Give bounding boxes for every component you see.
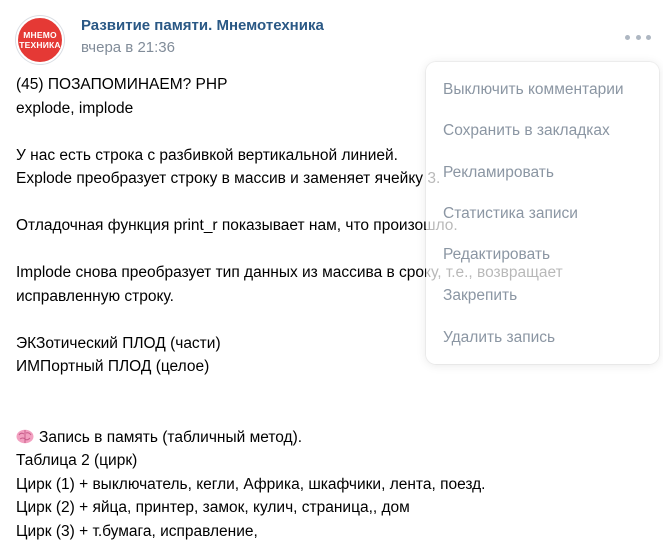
avatar[interactable]: МНЕМО ТЕХНИКА	[16, 16, 64, 64]
avatar-text-line1: МНЕМО	[23, 30, 57, 40]
post-text-line: Таблица 2 (цирк)	[16, 452, 138, 469]
post-actions-menu: Выключить комментарии Сохранить в заклад…	[426, 62, 659, 364]
post-header: МНЕМО ТЕХНИКА Развитие памяти. Мнемотехн…	[16, 16, 324, 64]
menu-item-promote[interactable]: Рекламировать	[426, 152, 659, 193]
post-text-line: Цирк (2) + яйца, принтер, замок, кулич, …	[16, 499, 410, 516]
wall-post: МНЕМО ТЕХНИКА Развитие памяти. Мнемотехн…	[0, 0, 663, 551]
menu-item-save-bookmarks[interactable]: Сохранить в закладках	[426, 110, 659, 151]
author-name-link[interactable]: Развитие памяти. Мнемотехника	[81, 16, 324, 35]
more-dot	[635, 34, 641, 40]
author-block: Развитие памяти. Мнемотехника вчера в 21…	[81, 16, 324, 57]
menu-item-post-stats[interactable]: Статистика записи	[426, 193, 659, 234]
avatar-text-line2: ТЕХНИКА	[19, 40, 61, 50]
post-time-link[interactable]: вчера в 21:36	[81, 38, 324, 57]
more-horizontal-icon	[625, 34, 630, 40]
post-text-line-brain: Запись в память (табличный метод).	[16, 426, 656, 450]
menu-item-edit[interactable]: Редактировать	[426, 234, 659, 275]
menu-item-pin[interactable]: Закрепить	[426, 275, 659, 316]
menu-item-disable-comments[interactable]: Выключить комментарии	[426, 69, 659, 110]
post-text-line: Цирк (3) + т.бумага, исправление,	[16, 522, 258, 540]
post-text-line: Цирк (1) + выключатель, кегли, Африка, ш…	[16, 475, 486, 493]
more-options-button[interactable]	[625, 30, 651, 44]
memory-note: Запись в память (табличный метод).	[39, 428, 303, 446]
menu-item-delete[interactable]: Удалить запись	[426, 317, 659, 358]
brain-icon	[16, 429, 34, 443]
more-dot	[646, 34, 651, 40]
